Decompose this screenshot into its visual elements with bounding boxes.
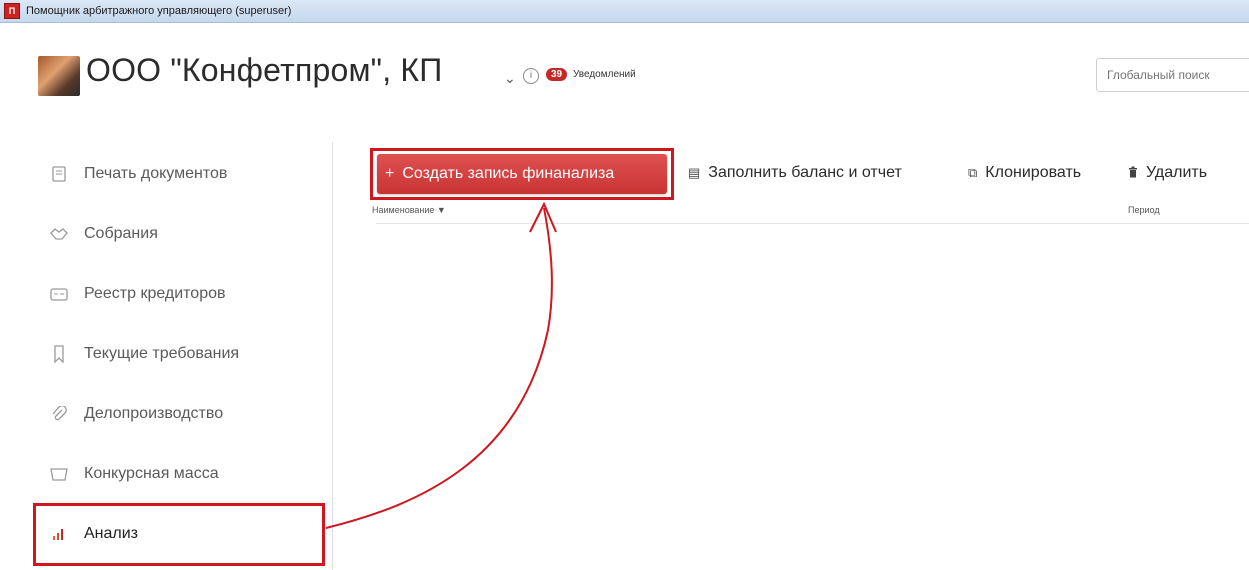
sidebar-item-label: Текущие требования	[84, 345, 240, 362]
delete-label: Удалить	[1146, 164, 1208, 181]
global-search-input[interactable]	[1096, 58, 1249, 92]
notifications-link[interactable]: Уведомлений	[573, 69, 636, 80]
box-icon	[50, 465, 68, 483]
avatar[interactable]	[38, 56, 80, 96]
info-icon[interactable]: i	[523, 68, 539, 84]
create-button-label: Создать запись финанализа	[402, 165, 615, 182]
clone-button[interactable]: ⧉ Клонировать	[968, 164, 1081, 182]
sidebar-item-meetings[interactable]: Собрания	[0, 214, 332, 254]
sidebar-item-current-claims[interactable]: Текущие требования	[0, 334, 332, 374]
sidebar: Печать документов Собрания Реестр кредит…	[0, 142, 333, 570]
trash-icon	[1128, 166, 1138, 181]
sidebar-item-label: Анализ	[84, 525, 139, 542]
page-title: ООО "Конфетпром", КП	[86, 52, 443, 88]
copy-icon: ⧉	[968, 165, 978, 180]
clone-label: Клонировать	[985, 164, 1082, 181]
sidebar-item-print-documents[interactable]: Печать документов	[0, 154, 332, 194]
create-finanalysis-button[interactable]: + Создать запись финанализа	[377, 154, 667, 194]
plus-icon: +	[385, 165, 395, 182]
paperclip-icon	[50, 405, 68, 423]
id-card-icon	[50, 285, 68, 303]
app-logo-icon: П	[4, 3, 20, 19]
chevron-down-icon[interactable]: ⌄	[504, 70, 516, 87]
table-icon: ▤	[688, 165, 701, 180]
sidebar-item-label: Реестр кредиторов	[84, 285, 226, 302]
sidebar-item-label: Делопроизводство	[84, 405, 224, 422]
sidebar-item-label: Собрания	[84, 225, 158, 242]
column-header-name[interactable]: Наименование ▼	[372, 205, 446, 215]
delete-button[interactable]: Удалить	[1128, 164, 1207, 182]
bar-chart-icon	[50, 525, 68, 543]
document-icon	[50, 165, 68, 183]
table-header-divider	[376, 223, 1249, 224]
notifications-badge[interactable]: 39	[546, 68, 568, 81]
sidebar-item-creditors-register[interactable]: Реестр кредиторов	[0, 274, 332, 314]
fill-balance-label: Заполнить баланс и отчет	[708, 164, 902, 181]
sidebar-item-label: Печать документов	[84, 165, 228, 182]
sidebar-item-analysis[interactable]: Анализ	[0, 514, 332, 554]
bookmark-icon	[50, 345, 68, 363]
fill-balance-button[interactable]: ▤ Заполнить баланс и отчет	[688, 164, 902, 182]
sidebar-item-label: Конкурсная масса	[84, 465, 219, 482]
window-titlebar: П Помощник арбитражного управляющего (su…	[0, 0, 1249, 23]
window-title: Помощник арбитражного управляющего (supe…	[26, 5, 292, 17]
column-header-period[interactable]: Период	[1128, 205, 1160, 215]
sidebar-item-records[interactable]: Делопроизводство	[0, 394, 332, 434]
sidebar-item-bankruptcy-estate[interactable]: Конкурсная масса	[0, 454, 332, 494]
handshake-icon	[50, 225, 68, 243]
